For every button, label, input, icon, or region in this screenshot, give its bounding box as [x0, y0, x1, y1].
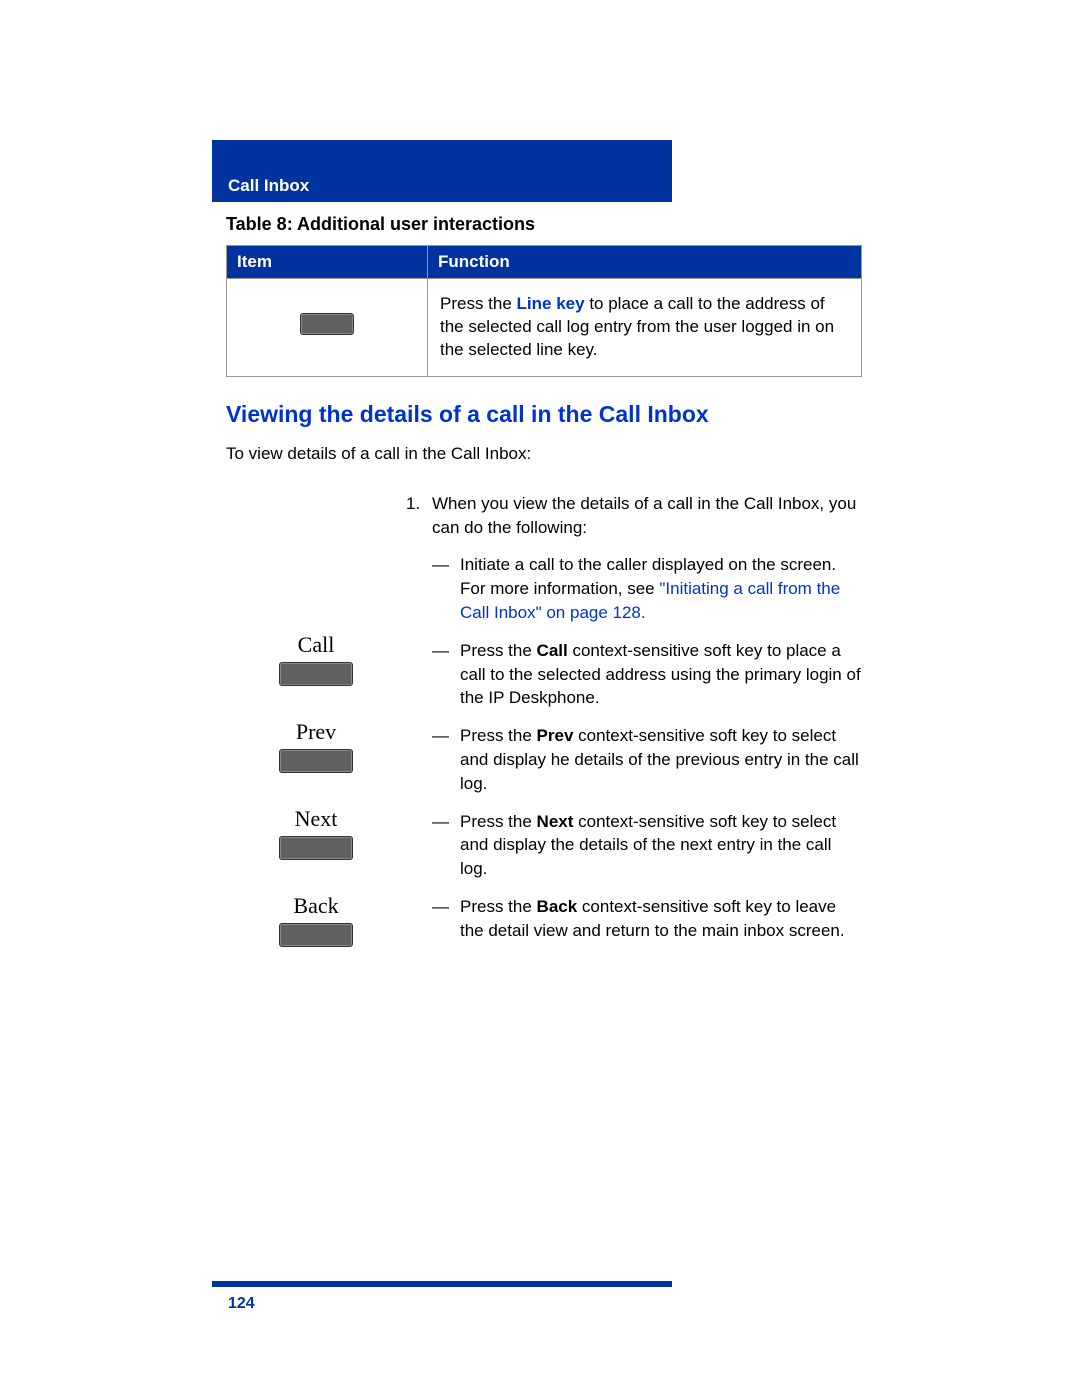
section-title: Call Inbox: [228, 176, 309, 196]
line-key-link[interactable]: Line key: [517, 294, 585, 313]
dash-icon: —: [432, 895, 460, 943]
instruction-column: 1. When you view the details of a call i…: [406, 492, 862, 957]
softkey-back-icon: [279, 923, 353, 947]
step-number: 1.: [406, 492, 432, 540]
dash-icon: —: [432, 810, 460, 881]
table-caption: Table 8: Additional user interactions: [226, 214, 862, 235]
softkey-prev: Prev: [226, 719, 406, 778]
interactions-table: Item Function Press the Line key to plac…: [226, 245, 862, 377]
header-bar: Call Inbox: [212, 140, 672, 202]
table-row: Press the Line key to place a call to th…: [227, 279, 862, 377]
list-item: — Initiate a call to the caller displaye…: [432, 553, 862, 624]
text: Press the: [460, 641, 537, 660]
table-header-function: Function: [428, 246, 862, 279]
softkey-prev-label: Prev: [226, 719, 406, 745]
step-lead: When you view the details of a call in t…: [432, 492, 862, 540]
section-heading: Viewing the details of a call in the Cal…: [226, 401, 862, 428]
table-cell-item: [227, 279, 428, 377]
table-cell-function: Press the Line key to place a call to th…: [428, 279, 862, 377]
softkey-back: Back: [226, 893, 406, 952]
text: Press the: [460, 812, 537, 831]
softkey-call-icon: [279, 662, 353, 686]
text: Press the: [440, 294, 517, 313]
dash-icon: —: [432, 553, 460, 624]
dash-icon: —: [432, 639, 460, 710]
softkey-back-label: Back: [226, 893, 406, 919]
softkey-column: Call Prev Next Back: [226, 492, 406, 980]
footer-band: [212, 1281, 672, 1287]
softkey-call-label: Call: [226, 632, 406, 658]
list-item: — Press the Next context-sensitive soft …: [432, 810, 862, 881]
intro-text: To view details of a call in the Call In…: [226, 444, 862, 464]
keyword-prev: Prev: [537, 726, 574, 745]
list-item: — Press the Prev context-sensitive soft …: [432, 724, 862, 795]
step-1: 1. When you view the details of a call i…: [406, 492, 862, 540]
page-number: 124: [228, 1295, 255, 1313]
keyword-back: Back: [537, 897, 578, 916]
softkey-next-icon: [279, 836, 353, 860]
softkey-next: Next: [226, 806, 406, 865]
dash-icon: —: [432, 724, 460, 795]
keyword-call: Call: [537, 641, 568, 660]
softkey-prev-icon: [279, 749, 353, 773]
list-item: — Press the Back context-sensitive soft …: [432, 895, 862, 943]
list-item: — Press the Call context-sensitive soft …: [432, 639, 862, 710]
keyword-next: Next: [537, 812, 574, 831]
line-key-icon: [300, 313, 354, 335]
text: Press the: [460, 726, 537, 745]
softkey-next-label: Next: [226, 806, 406, 832]
softkey-call: Call: [226, 632, 406, 691]
table-header-item: Item: [227, 246, 428, 279]
text: Press the: [460, 897, 537, 916]
